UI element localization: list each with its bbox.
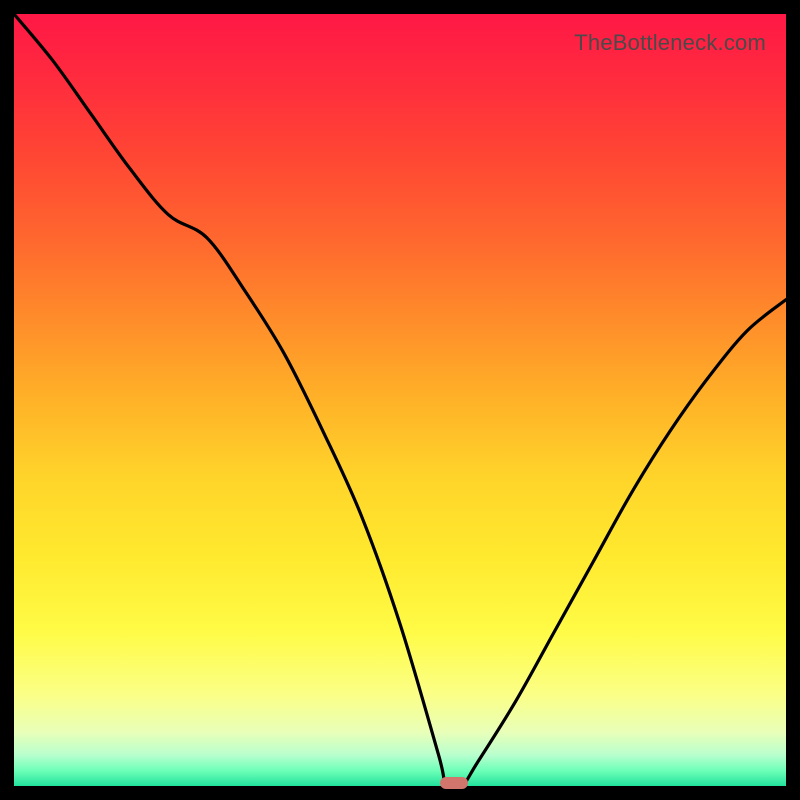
plot-area: TheBottleneck.com (14, 14, 786, 786)
bottleneck-curve (14, 14, 786, 786)
optimum-marker (440, 777, 468, 789)
chart-frame: TheBottleneck.com (0, 0, 800, 800)
